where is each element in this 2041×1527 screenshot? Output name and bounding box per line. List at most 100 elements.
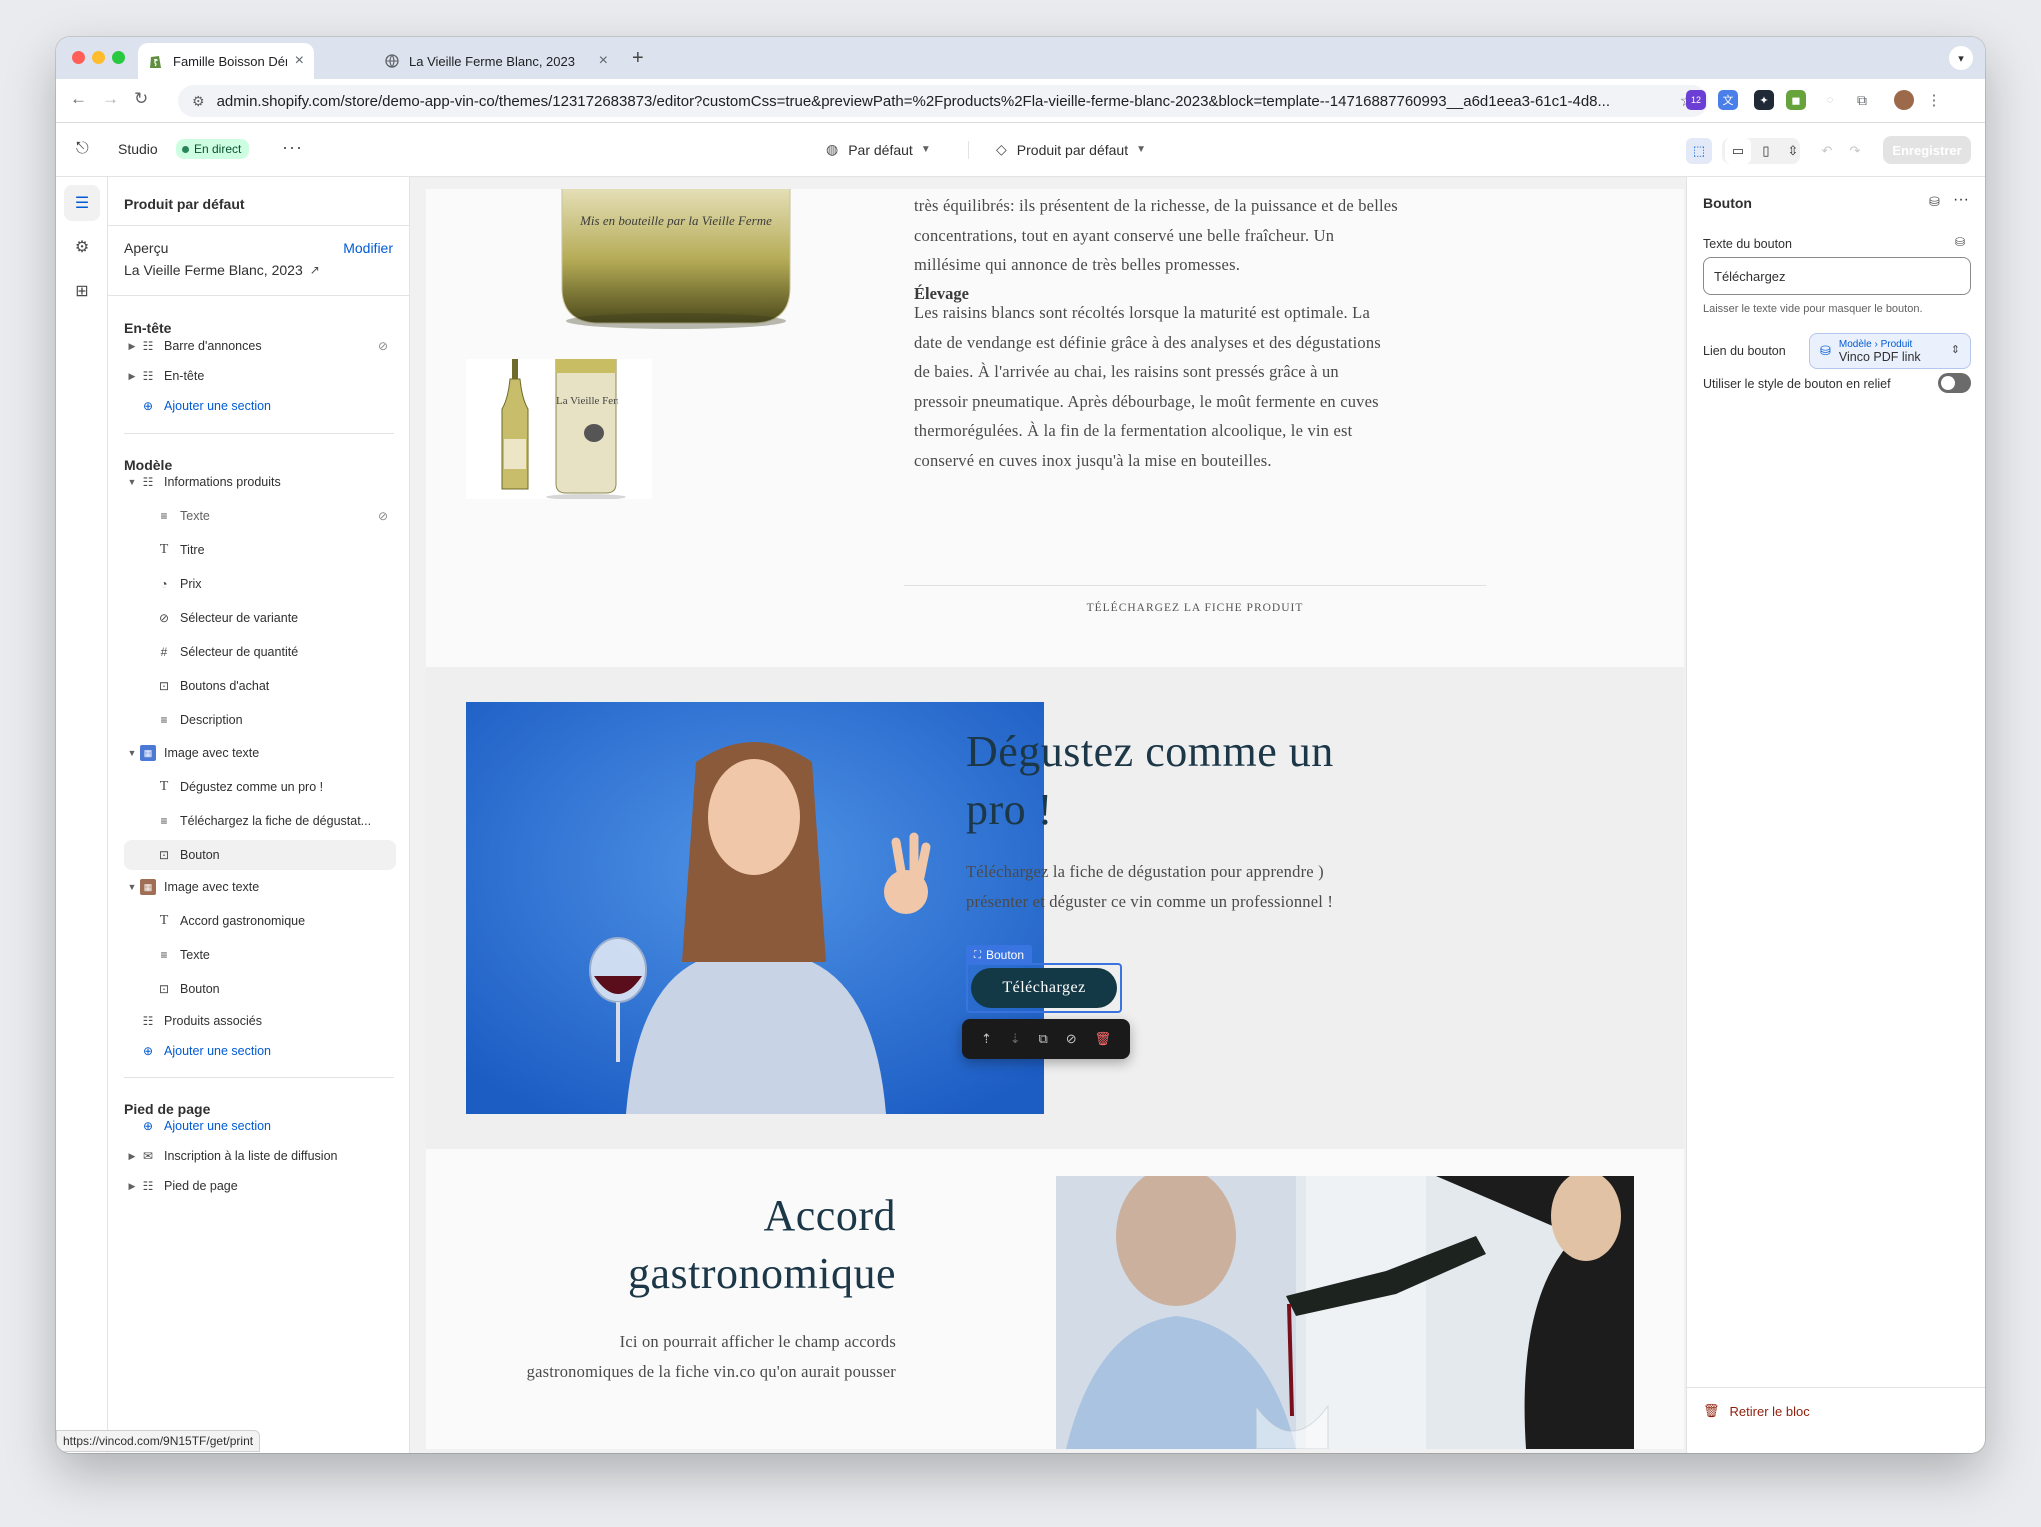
- exit-editor-icon[interactable]: ⎋: [76, 140, 89, 158]
- sidebar-item-announcement-bar[interactable]: ▶ ☷ Barre d'annonces ⊘: [124, 331, 396, 361]
- sidebar-item-related-products[interactable]: ☷ Produits associés: [124, 1006, 396, 1036]
- url-omnibox[interactable]: ⚙ admin.shopify.com/store/demo-app-vin-c…: [178, 85, 1708, 117]
- puzzle-extensions-icon[interactable]: ⧉: [1852, 90, 1872, 110]
- block-item-heading[interactable]: T Accord gastronomique: [124, 906, 396, 936]
- translate-extension-icon[interactable]: 文: [1718, 90, 1738, 110]
- tab-title: La Vieille Ferme Blanc, 2023: [409, 53, 575, 69]
- more-options-icon[interactable]: ···: [1953, 191, 1969, 209]
- chevron-right-icon[interactable]: ▶: [124, 371, 140, 382]
- sidebar-item-product-info[interactable]: ▼ ☷ Informations produits: [124, 467, 396, 497]
- mobile-preview-button[interactable]: ▯: [1753, 138, 1779, 164]
- save-button[interactable]: Enregistrer: [1883, 136, 1971, 164]
- chevron-right-icon[interactable]: ▶: [124, 341, 140, 352]
- move-up-icon[interactable]: ⇡: [981, 1031, 992, 1047]
- wine-pouring-image[interactable]: [1056, 1176, 1634, 1449]
- app-extension-icon[interactable]: ✦: [1754, 90, 1774, 110]
- delete-trash-icon[interactable]: 🗑: [1095, 1031, 1112, 1047]
- sync-extension-icon[interactable]: ◌: [1820, 90, 1840, 110]
- chevron-right-icon[interactable]: ▶: [124, 1151, 140, 1162]
- fullwidth-preview-button[interactable]: ⇳: [1780, 138, 1806, 164]
- block-item-heading[interactable]: T Dégustez comme un pro !: [124, 772, 396, 802]
- sidebar-item-footer[interactable]: ▶ ☷ Pied de page: [124, 1171, 396, 1201]
- inspector-toggle-button[interactable]: ⬚: [1686, 138, 1712, 164]
- extension-notification-icon[interactable]: 12: [1686, 90, 1706, 110]
- apps-nav-button[interactable]: ⊞: [64, 273, 100, 309]
- chevron-down-icon[interactable]: ▼: [124, 748, 140, 758]
- duplicate-icon[interactable]: ⧉: [1039, 1031, 1048, 1047]
- add-section-template-button[interactable]: ⊕ Ajouter une section: [124, 1036, 396, 1066]
- block-item-button[interactable]: ⊡ Bouton: [124, 974, 396, 1004]
- more-actions-icon[interactable]: ···: [282, 137, 303, 158]
- image-with-text-section-2[interactable]: Accord gastronomique Ici on pourrait aff…: [426, 1149, 1684, 1449]
- chevron-down-icon[interactable]: ▼: [124, 882, 140, 892]
- image-with-text-section-1[interactable]: Dégustez comme un pro ! Téléchargez la f…: [426, 667, 1684, 1149]
- woman-with-wine-image[interactable]: [466, 702, 1044, 1114]
- block-settings-panel: Bouton ⛁ ··· Texte du bouton ⛁ Laisser l…: [1686, 177, 1985, 1453]
- tab-shopify-editor[interactable]: Famille Boisson Démo - bouti ×: [138, 43, 314, 79]
- block-item-button-selected[interactable]: ⊡ Bouton: [124, 840, 396, 870]
- theme-variant-select[interactable]: ◍ Par défaut ▼: [826, 141, 931, 158]
- connect-dynamic-source-icon[interactable]: ⛁: [1955, 235, 1965, 249]
- remove-block-button[interactable]: 🗑 Retirer le bloc: [1703, 1403, 1810, 1419]
- product-thumbnail[interactable]: La Vieille Ferme: [466, 358, 652, 500]
- browser-menu-icon[interactable]: ⋮: [1924, 90, 1944, 110]
- block-item-text[interactable]: ≡ Texte: [124, 940, 396, 970]
- tab-search-button[interactable]: ▾: [1949, 46, 1973, 70]
- hide-eye-icon[interactable]: ⊘: [1066, 1031, 1077, 1047]
- close-tab-icon[interactable]: ×: [599, 52, 608, 70]
- close-tab-icon[interactable]: ×: [295, 52, 304, 70]
- download-tasting-sheet-button[interactable]: Téléchargez: [971, 968, 1117, 1008]
- block-item-price[interactable]: ◔ Prix: [124, 569, 396, 599]
- button-link-dynamic-source[interactable]: ⛁ Modèle › Produit Vinco PDF link ⇕: [1809, 333, 1971, 369]
- undo-button[interactable]: ↶: [1814, 138, 1840, 164]
- theme-settings-nav-button[interactable]: ⚙: [64, 229, 100, 265]
- chevron-down-icon: ▾: [1958, 52, 1964, 65]
- block-item-text[interactable]: ≡ Téléchargez la fiche de dégustat...: [124, 806, 396, 836]
- new-tab-button[interactable]: +: [632, 47, 644, 70]
- block-item-variant-picker[interactable]: ⊘ Sélecteur de variante: [124, 603, 396, 633]
- sidebar-item-header[interactable]: ▶ ☷ En-tête: [124, 361, 396, 391]
- close-window-button[interactable]: [72, 51, 85, 64]
- block-item-quantity[interactable]: # Sélecteur de quantité: [124, 637, 396, 667]
- hidden-eye-icon[interactable]: ⊘: [378, 339, 388, 353]
- tab-product-page[interactable]: La Vieille Ferme Blanc, 2023 ×: [374, 43, 618, 79]
- back-button[interactable]: ←: [70, 89, 87, 109]
- change-preview-link[interactable]: Modifier: [343, 240, 393, 256]
- block-item-description[interactable]: ≡ Description: [124, 705, 396, 735]
- chevron-down-icon[interactable]: ▼: [124, 477, 140, 487]
- product-main-image[interactable]: Mis en bouteille par la Vieille Ferme: [556, 189, 796, 333]
- block-item-text[interactable]: ≡ Texte ⊘: [124, 501, 396, 531]
- add-section-footer-button[interactable]: ⊕ Ajouter une section: [124, 1111, 396, 1141]
- tab-strip: Famille Boisson Démo - bouti × La Vieill…: [56, 37, 1985, 79]
- block-item-buy-buttons[interactable]: ⊡ Boutons d'achat: [124, 671, 396, 701]
- chevron-right-icon[interactable]: ▶: [124, 1181, 140, 1192]
- sections-icon: ☰: [74, 195, 90, 212]
- button-text-input[interactable]: [1703, 257, 1971, 295]
- redo-button[interactable]: ↷: [1842, 138, 1868, 164]
- hidden-eye-icon[interactable]: ⊘: [378, 509, 388, 523]
- add-section-header-button[interactable]: ⊕ Ajouter une section: [124, 391, 396, 421]
- maximize-window-button[interactable]: [112, 51, 125, 64]
- vpn-extension-icon[interactable]: ◼: [1786, 90, 1806, 110]
- sidebar-item-image-with-text-1[interactable]: ▼ ▦ Image avec texte: [124, 738, 396, 768]
- dynamic-source-icon[interactable]: ⛁: [1929, 194, 1940, 210]
- download-product-sheet-link[interactable]: TÉLÉCHARGEZ LA FICHE PRODUIT: [904, 602, 1486, 614]
- outline-style-toggle[interactable]: [1938, 373, 1971, 393]
- gear-icon: ⚙: [74, 239, 90, 256]
- tag-icon: ◇: [996, 141, 1007, 157]
- template-select[interactable]: ◇ Produit par défaut ▼: [996, 141, 1146, 158]
- profile-avatar[interactable]: [1894, 90, 1914, 110]
- sections-nav-button[interactable]: ☰: [64, 185, 100, 221]
- sidebar-item-image-with-text-2[interactable]: ▼ ▦ Image avec texte: [124, 872, 396, 902]
- chevron-down-icon: ▼: [920, 144, 931, 155]
- reload-button[interactable]: ↻: [134, 89, 148, 109]
- block-item-title[interactable]: T Titre: [124, 535, 396, 565]
- sidebar-item-newsletter[interactable]: ▶ ✉ Inscription à la liste de diffusion: [124, 1141, 396, 1171]
- move-down-icon[interactable]: ⇣: [1010, 1031, 1021, 1047]
- forward-button[interactable]: →: [102, 89, 119, 109]
- desktop-preview-button[interactable]: ▭: [1725, 138, 1751, 164]
- minimize-window-button[interactable]: [92, 51, 105, 64]
- external-link-icon[interactable]: ↗: [310, 263, 320, 277]
- site-settings-icon[interactable]: ⚙: [192, 93, 205, 110]
- sections-sidebar: Produit par défaut Aperçu Modifier La Vi…: [108, 177, 410, 1453]
